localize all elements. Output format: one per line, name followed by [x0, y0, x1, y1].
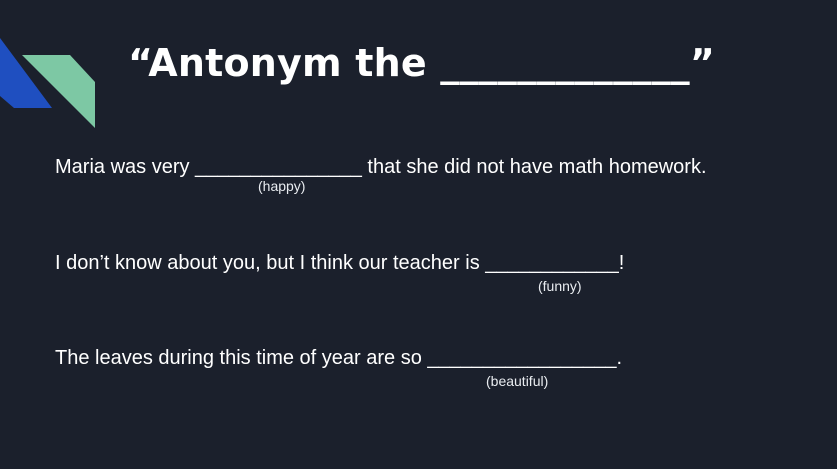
sentence-2-hint: (funny) — [538, 278, 582, 294]
slide-title: “Antonym the _____________” — [128, 41, 716, 85]
sentence-1: Maria was very _______________ that she … — [55, 156, 707, 178]
corner-stripes-decoration — [0, 38, 95, 128]
sentence-1-hint: (happy) — [258, 178, 306, 194]
sentence-3-hint: (beautiful) — [486, 373, 549, 389]
sentence-3: The leaves during this time of year are … — [55, 347, 623, 369]
sentence-2: I don’t know about you, but I think our … — [55, 252, 625, 274]
